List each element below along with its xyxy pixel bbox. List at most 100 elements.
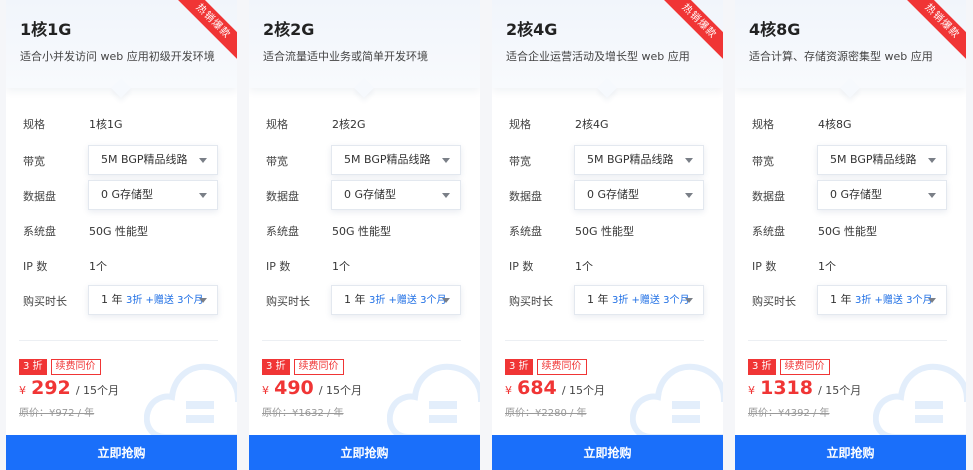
price-tags: 3 折续费同价 (748, 359, 830, 375)
price: ¥ 684 / 15个月 (505, 377, 605, 399)
buy-now-button[interactable]: 立即抢购 (492, 435, 723, 470)
cloud-icon (144, 363, 237, 438)
currency-symbol: ¥ (748, 384, 755, 397)
ip-row: IP 数 1个 (735, 250, 966, 282)
cloud-icon (387, 363, 480, 438)
ip-label: IP 数 (23, 260, 48, 273)
plan-title: 2核2G (263, 20, 315, 39)
buy-now-button[interactable]: 立即抢购 (6, 435, 237, 470)
data-disk-value: 0 G存储型 (344, 188, 397, 201)
card-header: 2核2G 适合流量适中业务或简单开发环境 (249, 0, 480, 98)
price: ¥ 1318 / 15个月 (748, 377, 861, 399)
plan-description: 适合计算、存储资源密集型 web 应用 (749, 50, 933, 63)
data-disk-value: 0 G存储型 (101, 188, 154, 201)
price-value: 1318 (760, 377, 813, 399)
data-disk-row: 数据盘 0 G存储型 (492, 180, 723, 212)
bandwidth-row: 带宽 5M BGP精品线路 (249, 145, 480, 177)
duration-row: 购买时长 1 年 3折 +赠送 3个月 (492, 285, 723, 317)
bandwidth-value: 5M BGP精品线路 (101, 153, 188, 166)
header-pointer (597, 78, 617, 98)
bandwidth-row: 带宽 5M BGP精品线路 (6, 145, 237, 177)
chevron-down-icon (199, 193, 207, 198)
duration-value: 1 年 (587, 293, 609, 306)
price-value: 292 (31, 377, 71, 399)
chevron-down-icon (685, 193, 693, 198)
price-unit: / 15个月 (561, 384, 606, 397)
bandwidth-select[interactable]: 5M BGP精品线路 (574, 145, 704, 175)
data-disk-select[interactable]: 0 G存储型 (817, 180, 947, 210)
divider (505, 340, 704, 341)
ip-row: IP 数 1个 (6, 250, 237, 282)
header-pointer (111, 78, 131, 98)
chevron-down-icon (442, 298, 450, 303)
ip-row: IP 数 1个 (249, 250, 480, 282)
bandwidth-select[interactable]: 5M BGP精品线路 (817, 145, 947, 175)
duration-select[interactable]: 1 年 3折 +赠送 3个月 (88, 285, 218, 315)
product-card: 4核8G 适合计算、存储资源密集型 web 应用 热销爆款 规格 4核8G 带宽… (735, 0, 966, 470)
spec-label: 规格 (266, 118, 288, 131)
divider (19, 340, 218, 341)
spec-value: 4核8G (818, 118, 852, 131)
price-tags: 3 折续费同价 (262, 359, 344, 375)
system-disk-value: 50G 性能型 (575, 225, 635, 238)
spec-label: 规格 (509, 118, 531, 131)
ip-label: IP 数 (509, 260, 534, 273)
renew-badge: 续费同价 (50, 359, 101, 375)
price: ¥ 292 / 15个月 (19, 377, 119, 399)
spec-row: 规格 4核8G (735, 108, 966, 140)
cloud-icon (873, 363, 966, 438)
chevron-down-icon (685, 298, 693, 303)
bandwidth-select[interactable]: 5M BGP精品线路 (331, 145, 461, 175)
chevron-down-icon (199, 298, 207, 303)
system-disk-value: 50G 性能型 (332, 225, 392, 238)
divider (262, 340, 461, 341)
product-card: 2核2G 适合流量适中业务或简单开发环境 规格 2核2G 带宽 5M BGP精品… (249, 0, 480, 470)
chevron-down-icon (442, 193, 450, 198)
chevron-down-icon (199, 158, 207, 163)
duration-select[interactable]: 1 年 3折 +赠送 3个月 (331, 285, 461, 315)
data-disk-select[interactable]: 0 G存储型 (331, 180, 461, 210)
price-unit: / 15个月 (318, 384, 363, 397)
system-disk-label: 系统盘 (266, 225, 299, 238)
duration-label: 购买时长 (752, 295, 796, 308)
data-disk-row: 数据盘 0 G存储型 (249, 180, 480, 212)
duration-label: 购买时长 (266, 295, 310, 308)
system-disk-label: 系统盘 (752, 225, 785, 238)
spec-value: 2核2G (332, 118, 366, 131)
duration-promo: 3折 +赠送 3个月 (612, 295, 690, 306)
buy-now-button[interactable]: 立即抢购 (735, 435, 966, 470)
price: ¥ 490 / 15个月 (262, 377, 362, 399)
discount-badge: 3 折 (748, 359, 776, 375)
card-header: 4核8G 适合计算、存储资源密集型 web 应用 热销爆款 (735, 0, 966, 98)
data-disk-row: 数据盘 0 G存储型 (6, 180, 237, 212)
data-disk-value: 0 G存储型 (830, 188, 883, 201)
plan-description: 适合企业运营活动及增长型 web 应用 (506, 50, 690, 63)
bandwidth-select[interactable]: 5M BGP精品线路 (88, 145, 218, 175)
duration-select[interactable]: 1 年 3折 +赠送 3个月 (574, 285, 704, 315)
renew-badge: 续费同价 (779, 359, 830, 375)
chevron-down-icon (928, 298, 936, 303)
system-disk-value: 50G 性能型 (89, 225, 149, 238)
system-disk-row: 系统盘 50G 性能型 (735, 215, 966, 247)
card-header: 2核4G 适合企业运营活动及增长型 web 应用 热销爆款 (492, 0, 723, 98)
data-disk-select[interactable]: 0 G存储型 (574, 180, 704, 210)
original-price: 原价：¥4392 / 年 (748, 408, 830, 419)
duration-select[interactable]: 1 年 3折 +赠送 3个月 (817, 285, 947, 315)
spec-row: 规格 2核2G (249, 108, 480, 140)
cloud-icon (630, 363, 723, 438)
duration-value: 1 年 (344, 293, 366, 306)
buy-now-button[interactable]: 立即抢购 (249, 435, 480, 470)
ip-label: IP 数 (266, 260, 291, 273)
bandwidth-label: 带宽 (23, 155, 45, 168)
duration-promo: 3折 +赠送 3个月 (126, 295, 204, 306)
system-disk-label: 系统盘 (23, 225, 56, 238)
data-disk-label: 数据盘 (509, 190, 542, 203)
system-disk-row: 系统盘 50G 性能型 (6, 215, 237, 247)
data-disk-select[interactable]: 0 G存储型 (88, 180, 218, 210)
currency-symbol: ¥ (19, 384, 26, 397)
bandwidth-row: 带宽 5M BGP精品线路 (492, 145, 723, 177)
duration-row: 购买时长 1 年 3折 +赠送 3个月 (6, 285, 237, 317)
spec-label: 规格 (23, 118, 45, 131)
ip-value: 1个 (818, 260, 836, 273)
chevron-down-icon (685, 158, 693, 163)
